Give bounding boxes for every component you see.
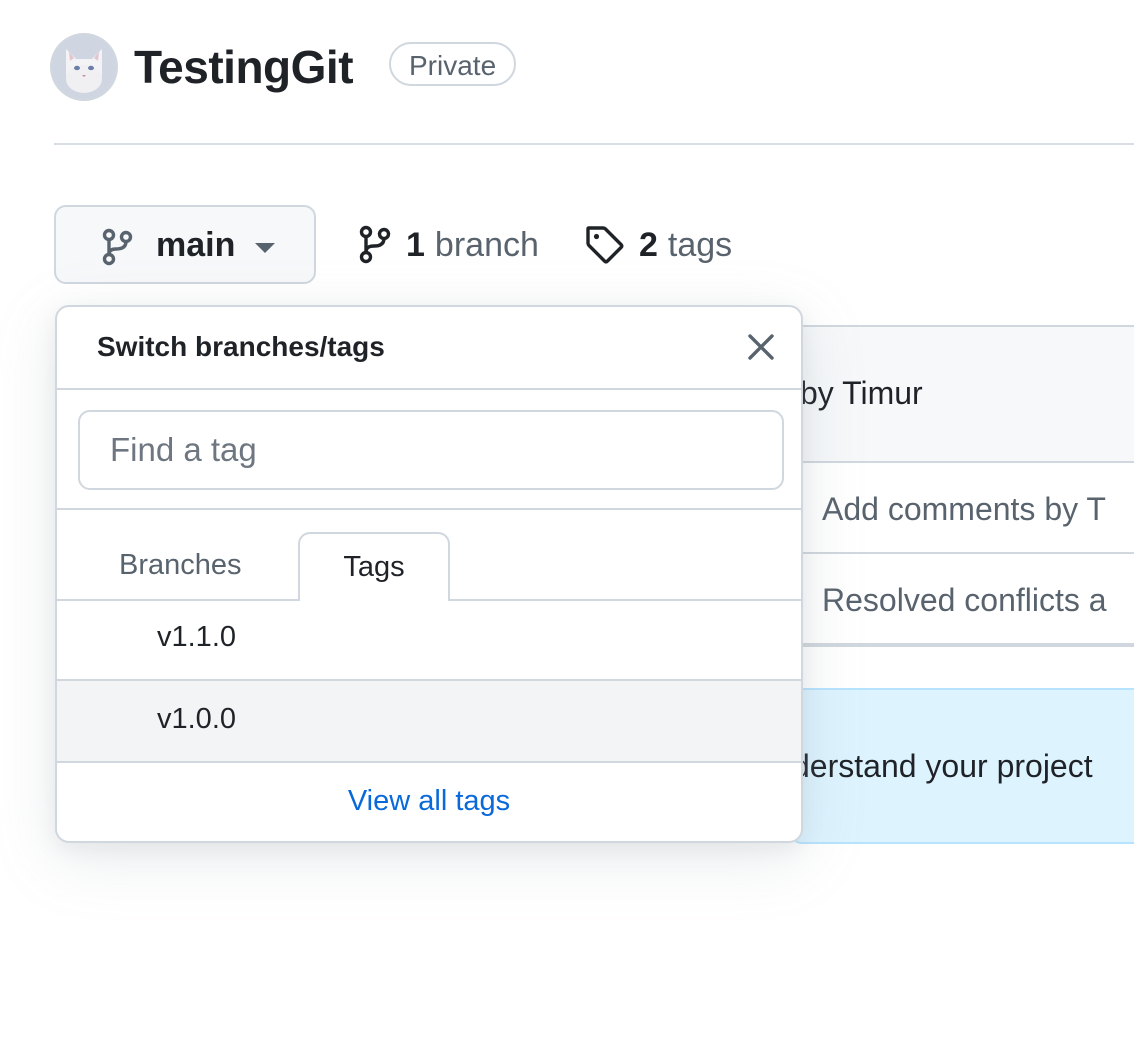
find-tag-input[interactable] (78, 410, 784, 490)
git-branch-icon (359, 225, 391, 264)
latest-commit-text[interactable]: by Timur (800, 375, 923, 412)
file-row-commit-message[interactable]: Add comments by T (822, 491, 1106, 528)
git-branch-icon (102, 228, 133, 266)
branches-link[interactable]: 1 branch (358, 224, 539, 266)
tab-branches[interactable]: Branches (97, 532, 277, 599)
branch-select-button[interactable]: main (54, 205, 316, 284)
tag-name: v1.1.0 (157, 621, 236, 653)
dropdown-footer: View all tags (57, 761, 801, 841)
tags-link[interactable]: 2 tags (585, 224, 732, 266)
readme-banner: derstand your project (790, 688, 1134, 844)
tag-list-item[interactable]: v1.1.0 (57, 599, 801, 681)
latest-commit-row: by Timur (792, 327, 1134, 463)
cat-avatar-image (52, 35, 116, 99)
owner-avatar[interactable] (52, 35, 116, 99)
tag-icon (586, 226, 624, 264)
tab-tags[interactable]: Tags (298, 532, 450, 601)
dropdown-tabs: Branches Tags (57, 510, 801, 601)
tag-list-item[interactable]: v1.0.0 (57, 681, 801, 763)
branch-count-label: branch (434, 226, 539, 264)
branch-count-number: 1 (406, 226, 425, 264)
view-all-tags-link[interactable]: View all tags (348, 785, 510, 817)
header-divider (54, 143, 1134, 145)
visibility-badge: Private (389, 42, 517, 86)
close-icon[interactable] (745, 331, 777, 363)
dropdown-header: Switch branches/tags (57, 307, 801, 390)
dropdown-filter (57, 390, 801, 510)
current-branch-label: main (156, 226, 236, 264)
tag-name: v1.0.0 (157, 703, 236, 735)
tag-count-number: 2 (639, 226, 658, 264)
file-list-box: by Timur Add comments by T Resolved conf… (790, 325, 1134, 647)
chevron-down-icon (255, 243, 275, 253)
file-row[interactable]: Resolved conflicts a (792, 554, 1134, 645)
dropdown-title: Switch branches/tags (97, 331, 385, 362)
file-row[interactable]: Add comments by T (792, 463, 1134, 554)
file-row-commit-message[interactable]: Resolved conflicts a (822, 582, 1107, 619)
repo-name[interactable]: TestingGit (134, 38, 354, 96)
switch-branches-tags-dropdown: Switch branches/tags Branches Tags v1.1.… (55, 305, 803, 843)
tag-count-label: tags (667, 226, 733, 264)
readme-banner-text: derstand your project (792, 748, 1093, 784)
